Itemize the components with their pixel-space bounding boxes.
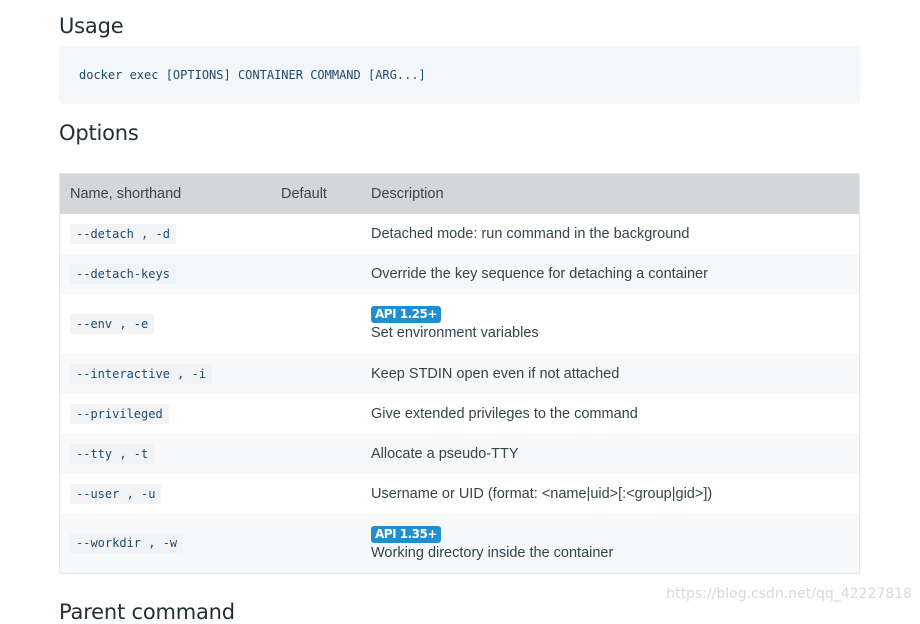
option-description: Keep STDIN open even if not attached bbox=[371, 365, 620, 382]
option-default bbox=[271, 474, 361, 514]
usage-command: docker exec [OPTIONS] CONTAINER COMMAND … bbox=[79, 68, 426, 82]
options-heading: Options bbox=[59, 121, 139, 145]
option-name-cell: --user , -u bbox=[60, 474, 272, 514]
option-name-cell: --detach-keys bbox=[60, 254, 272, 294]
option-description: Working directory inside the container bbox=[371, 544, 614, 561]
table-header-row: Name, shorthand Default Description bbox=[59, 173, 860, 214]
column-header-description: Description bbox=[371, 185, 444, 202]
table-row: --privileged Give extended privileges to… bbox=[59, 393, 860, 434]
option-default bbox=[271, 294, 361, 354]
table-row: --workdir , -w API 1.35+ Working directo… bbox=[59, 513, 860, 574]
column-header-name: Name, shorthand bbox=[70, 185, 182, 202]
option-name-cell: --tty , -t bbox=[60, 434, 272, 474]
option-name-cell: --env , -e bbox=[60, 294, 272, 354]
option-default bbox=[271, 434, 361, 474]
option-description-cell: API 1.35+ Working directory inside the c… bbox=[361, 514, 860, 574]
api-version-badge: API 1.35+ bbox=[371, 525, 441, 543]
table-row: --env , -e API 1.25+ Set environment var… bbox=[59, 293, 860, 354]
parent-command-heading: Parent command bbox=[59, 600, 235, 624]
options-table: Name, shorthand Default Description --de… bbox=[59, 173, 860, 574]
option-default bbox=[271, 354, 361, 394]
option-name: --interactive , -i bbox=[70, 363, 213, 384]
option-name: --detach-keys bbox=[70, 263, 176, 284]
option-description-cell: API 1.25+ Set environment variables bbox=[361, 294, 860, 354]
option-default bbox=[271, 394, 361, 434]
usage-code-block: docker exec [OPTIONS] CONTAINER COMMAND … bbox=[59, 46, 860, 104]
table-row: --interactive , -i Keep STDIN open even … bbox=[59, 353, 860, 394]
table-row: --tty , -t Allocate a pseudo-TTY bbox=[59, 433, 860, 474]
option-description: Set environment variables bbox=[371, 325, 539, 341]
table-row: --user , -u Username or UID (format: <na… bbox=[59, 473, 860, 514]
option-description: Username or UID (format: <name|uid>[:<gr… bbox=[371, 485, 713, 502]
api-version-badge: API 1.25+ bbox=[371, 306, 441, 323]
option-name: --workdir , -w bbox=[70, 533, 184, 554]
option-description: Give extended privileges to the command bbox=[371, 405, 638, 422]
option-description: Override the key sequence for detaching … bbox=[371, 265, 708, 282]
option-name: --privileged bbox=[70, 403, 169, 424]
option-name: --tty , -t bbox=[70, 443, 155, 464]
option-name-cell: --privileged bbox=[60, 394, 272, 434]
table-row: --detach , -d Detached mode: run command… bbox=[59, 213, 860, 254]
watermark: https://blog.csdn.net/qq_42227818 bbox=[666, 586, 912, 602]
option-default bbox=[271, 214, 361, 254]
table-row: --detach-keys Override the key sequence … bbox=[59, 253, 860, 294]
option-name-cell: --detach , -d bbox=[60, 214, 272, 254]
option-name: --detach , -d bbox=[70, 223, 176, 244]
usage-heading: Usage bbox=[59, 14, 124, 38]
option-description: Detached mode: run command in the backgr… bbox=[371, 225, 690, 242]
option-description: Allocate a pseudo-TTY bbox=[371, 445, 519, 462]
option-name: --env , -e bbox=[70, 313, 155, 334]
option-name: --user , -u bbox=[70, 483, 162, 504]
option-name-cell: --workdir , -w bbox=[60, 514, 272, 574]
option-default bbox=[271, 514, 361, 574]
column-header-default: Default bbox=[281, 185, 327, 202]
option-default bbox=[271, 254, 361, 294]
option-name-cell: --interactive , -i bbox=[60, 354, 272, 394]
